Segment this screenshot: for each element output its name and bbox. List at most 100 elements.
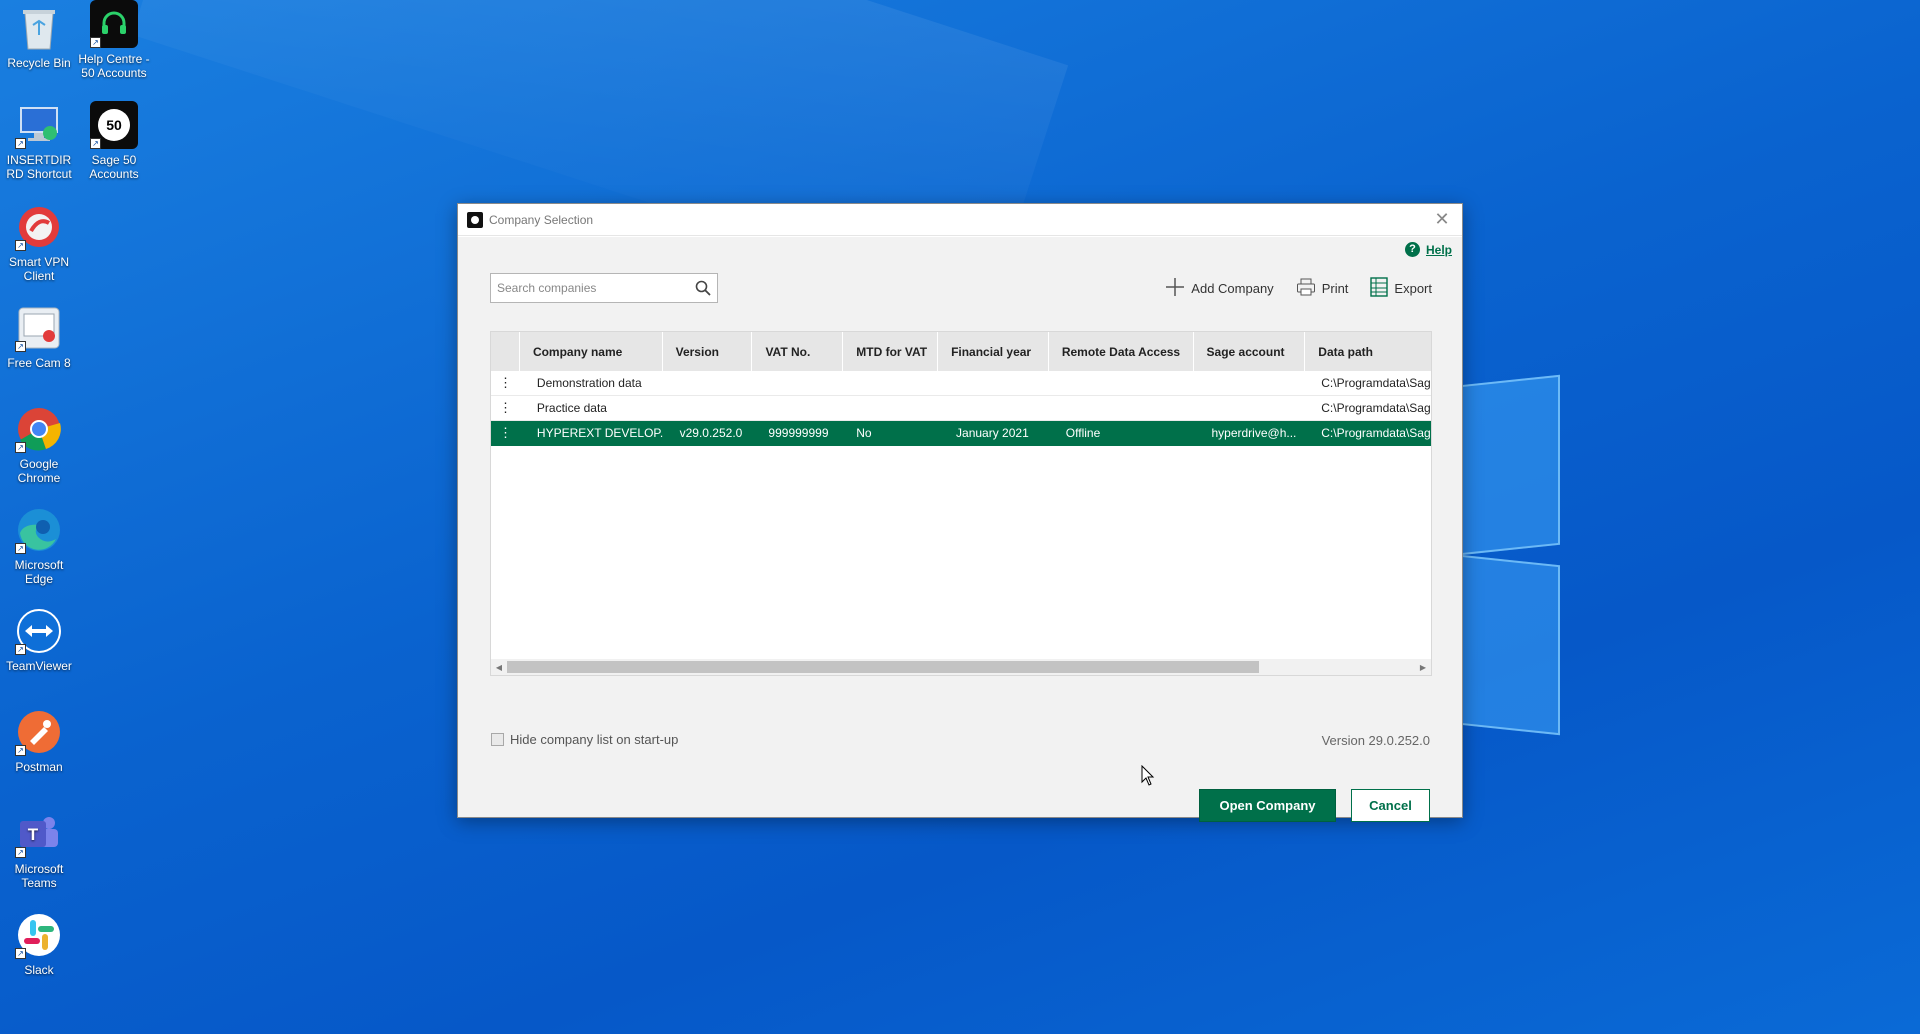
shortcut-arrow-icon: ↗ <box>90 138 101 149</box>
cell-version: v29.0.252.0 <box>679 426 743 440</box>
cell-company-name: Demonstration data <box>536 376 642 390</box>
search-companies-box <box>490 273 718 303</box>
export-button[interactable]: Export <box>1370 275 1432 301</box>
scrollbar-thumb[interactable] <box>507 661 1259 673</box>
scroll-right-icon[interactable]: ▶ <box>1415 663 1431 672</box>
desktop-icon-label: Microsoft Edge <box>14 558 64 586</box>
cancel-button[interactable]: Cancel <box>1351 789 1430 822</box>
column-header-remote-data-access[interactable]: Remote Data Access <box>1049 332 1194 371</box>
company-selection-dialog: Company Selection ✕ ? Help Add Company <box>457 203 1463 822</box>
cell-financial-year <box>938 396 1049 420</box>
cell-vat-no: 999999999 <box>768 426 829 440</box>
cell-company-name: Practice data <box>536 401 607 415</box>
printer-icon <box>1296 277 1316 300</box>
dialog-toolbar: Add Company Print Export <box>1165 275 1432 301</box>
help-link[interactable]: ? Help <box>1404 242 1452 257</box>
column-header-mtd-for-vat[interactable]: MTD for VAT <box>843 332 939 371</box>
column-header-version[interactable]: Version <box>663 332 753 371</box>
cell-remote-access <box>1049 371 1194 395</box>
search-icon[interactable] <box>689 274 717 302</box>
desktop-icon-slack[interactable]: ↗ Slack <box>0 911 78 977</box>
column-header-financial-year[interactable]: Financial year <box>938 332 1049 371</box>
desktop-icon-label: Help Centre - 50 Accounts <box>78 52 150 80</box>
scroll-left-icon[interactable]: ◀ <box>491 663 507 672</box>
table-row[interactable]: ⋮ Demonstration data C:\Programdata\Sage <box>491 371 1431 396</box>
add-company-button[interactable]: Add Company <box>1165 275 1274 301</box>
desktop-icon-help-centre[interactable]: ↗ Help Centre - 50 Accounts <box>75 0 153 80</box>
vpn-icon: ↗ <box>15 203 63 251</box>
recycle-bin-icon <box>15 4 63 52</box>
desktop-icon-label: INSERTDIR RD Shortcut <box>6 153 72 181</box>
table-row-selected[interactable]: ⋮ HYPEREXT DEVELOP... v29.0.252.0 999999… <box>491 421 1431 446</box>
row-menu-icon[interactable]: ⋮ <box>491 421 520 445</box>
desktop-icon-label: Microsoft Teams <box>14 862 64 890</box>
chrome-icon: ↗ <box>15 405 63 453</box>
teamviewer-icon: ↗ <box>15 607 63 655</box>
desktop-icon-label: Postman <box>15 760 63 774</box>
cell-sage-account: hyperdrive@h... <box>1211 426 1297 440</box>
shortcut-arrow-icon: ↗ <box>15 138 26 149</box>
cell-data-path: C:\Programdata\Sage <box>1321 376 1431 390</box>
sage-app-icon <box>467 211 483 228</box>
shortcut-arrow-icon: ↗ <box>90 37 101 48</box>
export-label: Export <box>1394 280 1432 296</box>
shortcut-arrow-icon: ↗ <box>15 341 26 352</box>
dialog-titlebar[interactable]: Company Selection ✕ <box>458 204 1462 236</box>
hide-company-list-label: Hide company list on start-up <box>510 732 679 747</box>
desktop-icon-sage50[interactable]: 50 ↗ Sage 50 Accounts <box>75 101 153 181</box>
close-icon[interactable]: ✕ <box>1422 204 1462 236</box>
hide-company-list-option[interactable]: Hide company list on start-up <box>491 732 678 747</box>
cell-version <box>663 396 753 420</box>
desktop-icon-teams[interactable]: T ↗ Microsoft Teams <box>0 810 78 890</box>
column-header-sage-account[interactable]: Sage account <box>1194 332 1306 371</box>
teams-icon: T ↗ <box>15 810 63 858</box>
desktop-icon-insertdir[interactable]: ↗ INSERTDIR RD Shortcut <box>0 101 78 181</box>
desktop-icon-label: Free Cam 8 <box>7 356 71 370</box>
open-company-button[interactable]: Open Company <box>1199 789 1336 822</box>
desktop-icon-edge[interactable]: ↗ Microsoft Edge <box>0 506 78 586</box>
cell-financial-year: January 2021 <box>956 426 1029 440</box>
horizontal-scrollbar[interactable]: ◀ ▶ <box>491 659 1431 675</box>
print-label: Print <box>1321 280 1349 296</box>
column-header-company-name[interactable]: Company name <box>520 332 663 371</box>
table-row[interactable]: ⋮ Practice data C:\Programdata\Sage <box>491 396 1431 421</box>
cell-mtd <box>843 396 938 420</box>
company-list-grid: Company name Version VAT No. MTD for VAT… <box>490 331 1432 676</box>
scrollbar-track[interactable] <box>507 660 1415 674</box>
freecam-icon: ↗ <box>15 304 63 352</box>
slack-icon: ↗ <box>15 911 63 959</box>
cell-data-path: C:\Programdata\Sage <box>1321 426 1431 440</box>
cell-data-path: C:\Programdata\Sage <box>1321 401 1431 415</box>
shortcut-arrow-icon: ↗ <box>15 240 26 251</box>
shortcut-arrow-icon: ↗ <box>15 948 26 959</box>
hide-company-list-checkbox[interactable] <box>491 733 504 746</box>
search-input[interactable] <box>491 274 689 302</box>
spreadsheet-icon <box>1370 276 1389 300</box>
grid-header-handle <box>491 332 520 371</box>
desktop-icon-free-cam[interactable]: ↗ Free Cam 8 <box>0 304 78 370</box>
desktop-icon-recycle-bin[interactable]: Recycle Bin <box>0 4 78 70</box>
column-header-data-path[interactable]: Data path <box>1305 332 1431 371</box>
desktop-icon-label: Slack <box>24 963 54 977</box>
shortcut-arrow-icon: ↗ <box>15 543 26 554</box>
print-button[interactable]: Print <box>1296 275 1349 301</box>
version-label: Version 29.0.252.0 <box>1321 733 1430 748</box>
cell-remote-access <box>1049 396 1194 420</box>
desktop-icon-label: Recycle Bin <box>7 56 71 70</box>
desktop-icon-smart-vpn[interactable]: ↗ Smart VPN Client <box>0 203 78 283</box>
sage50-logo-text: 50 <box>98 109 130 141</box>
help-icon: ? <box>1404 242 1420 257</box>
cell-vat-no <box>752 371 843 395</box>
row-menu-icon[interactable]: ⋮ <box>491 371 520 395</box>
cell-vat-no <box>752 396 843 420</box>
desktop-icon-teamviewer[interactable]: ↗ TeamViewer <box>0 607 78 673</box>
add-company-label: Add Company <box>1191 280 1274 296</box>
cell-mtd: No <box>856 426 872 440</box>
row-menu-icon[interactable]: ⋮ <box>491 396 520 420</box>
cell-remote-access: Offline <box>1065 426 1101 440</box>
column-header-vat-no[interactable]: VAT No. <box>752 332 844 371</box>
desktop-icon-chrome[interactable]: ↗ Google Chrome <box>0 405 78 485</box>
dialog-title: Company Selection <box>489 212 594 227</box>
cell-sage-account <box>1193 371 1305 395</box>
desktop-icon-postman[interactable]: ↗ Postman <box>0 708 78 774</box>
